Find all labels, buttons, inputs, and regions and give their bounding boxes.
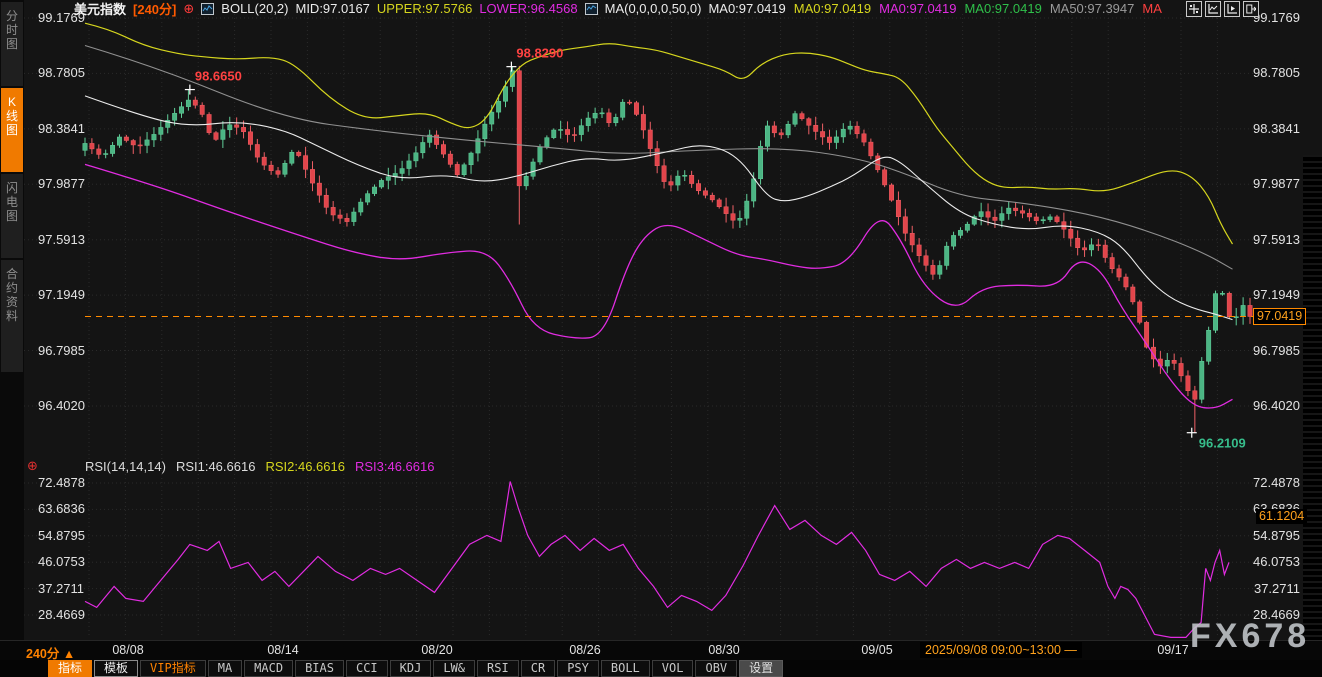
rsi-header: RSI(14,14,14) RSI1:46.6616 RSI2:46.6616 …: [85, 459, 434, 474]
toolbar-item-16[interactable]: 设置: [739, 660, 783, 677]
toolbar-item-15[interactable]: OBV: [695, 660, 737, 677]
x-axis-row: 240分 ▲ 2025/09/08 09:00~13:00 — 08/0808/…: [0, 640, 1322, 660]
chart-tool-icons: [1186, 1, 1259, 17]
ma-value-3: MA0:97.0419: [879, 1, 956, 16]
chart-area[interactable]: 98.6650 98.8290 96.2109: [24, 0, 1322, 640]
rsi3-value: RSI3:46.6616: [355, 459, 435, 474]
trading-app-window: 分时图K线图闪电图合约资料 98.6650 98.8290 96.2109 美元指数…: [0, 0, 1322, 677]
sidebar-tab-2[interactable]: K线图: [1, 88, 23, 172]
crosshair-icon[interactable]: [1186, 1, 1202, 17]
x-axis-date-label: 08/30: [696, 643, 752, 657]
sidebar-tab-1[interactable]: 分时图: [1, 2, 23, 86]
toolbar-item-13[interactable]: BOLL: [601, 660, 650, 677]
indicator-header: 美元指数 [240分] ⊕ BOLL(20,2) MID:97.0167 UPP…: [74, 1, 1162, 16]
candlestick-chart[interactable]: 98.6650 98.8290 96.2109: [24, 0, 1322, 640]
svg-text:98.6650: 98.6650: [195, 69, 242, 84]
x-axis-date-label: 09/05: [849, 643, 905, 657]
toolbar-item-3[interactable]: VIP指标: [140, 660, 206, 677]
rsi-current-badge: 61.1204: [1256, 509, 1307, 524]
last-price-badge: 97.0419: [1253, 308, 1306, 325]
boll-indicator-icon[interactable]: [201, 3, 214, 15]
toolbar-item-10[interactable]: RSI: [477, 660, 519, 677]
boll-label: BOLL(20,2): [221, 1, 288, 16]
toolbar-item-6[interactable]: BIAS: [295, 660, 344, 677]
ma-value-4: MA0:97.0419: [964, 1, 1041, 16]
y-axis-label: 96.4020: [1238, 398, 1300, 413]
toolbar-item-14[interactable]: VOL: [652, 660, 694, 677]
toolbar-item-9[interactable]: LW&: [433, 660, 475, 677]
toolbar-item-4[interactable]: MA: [208, 660, 242, 677]
y-axis-label: 97.9877: [1238, 176, 1300, 191]
rsi2-value: RSI2:46.6616: [265, 459, 345, 474]
toolbar-item-1[interactable]: 指标: [48, 660, 92, 677]
x-axis-date-label: 08/20: [409, 643, 465, 657]
ma-value-1: MA0:97.0419: [708, 1, 785, 16]
y-axis-label: 96.7985: [1238, 343, 1300, 358]
y-axis-label: 96.7985: [38, 343, 85, 358]
toolbar-item-12[interactable]: PSY: [557, 660, 599, 677]
y-axis-label: 46.0753: [1238, 554, 1300, 569]
sidebar-tab-4[interactable]: 合约资料: [1, 260, 23, 372]
y-axis-label: 96.4020: [38, 398, 85, 413]
rsi-expand-icon[interactable]: ⊕: [27, 458, 38, 474]
y-axis-label: 28.4669: [38, 607, 85, 622]
y-axis-label: 97.1949: [38, 287, 85, 302]
rsi1-value: RSI1:46.6616: [176, 459, 256, 474]
symbol-name: 美元指数: [74, 0, 126, 18]
x-axis-date-label: 08/14: [255, 643, 311, 657]
ma-label: MA(0,0,0,0,50,0): [605, 1, 702, 16]
sidebar-tab-3[interactable]: 闪电图: [1, 174, 23, 258]
y-axis-label: 72.4878: [1238, 475, 1300, 490]
y-axis-label: 72.4878: [38, 475, 85, 490]
y-axis-label: 98.3841: [1238, 121, 1300, 136]
toolbar-item-5[interactable]: MACD: [244, 660, 293, 677]
pan-export-icon[interactable]: [1243, 1, 1259, 17]
y-axis-label: 37.2711: [38, 581, 84, 596]
toolbar-item-8[interactable]: KDJ: [390, 660, 432, 677]
y-axis-label: 97.5913: [1238, 232, 1300, 247]
period-tag: [240分]: [133, 0, 176, 18]
y-axis-label: 98.3841: [38, 121, 85, 136]
selected-bar-range: 2025/09/08 09:00~13:00 —: [920, 642, 1082, 658]
svg-text:96.2109: 96.2109: [1199, 436, 1246, 451]
y-axis-label: 98.7805: [1238, 65, 1300, 80]
svg-text:98.8290: 98.8290: [516, 46, 563, 61]
y-axis-label: 97.5913: [38, 232, 85, 247]
y-axis-label: 97.9877: [38, 176, 85, 191]
boll-upper-value: UPPER:97.5766: [377, 1, 472, 16]
y-axis-label: 54.8795: [1238, 528, 1300, 543]
y-axis-label: 97.1949: [1238, 287, 1300, 302]
ma-value-5: MA50:97.3947: [1050, 1, 1135, 16]
x-axis-date-label: 08/26: [557, 643, 613, 657]
boll-mid-value: MID:97.0167: [295, 1, 369, 16]
toolbar-item-2[interactable]: 模板: [94, 660, 138, 677]
ma-indicator-icon[interactable]: [585, 3, 598, 15]
chart-type-sidebar: 分时图K线图闪电图合约资料: [0, 0, 24, 640]
toolbar-item-11[interactable]: CR: [521, 660, 555, 677]
right-scroll-strip: [1303, 155, 1322, 640]
y-axis-label: 37.2711: [1238, 581, 1300, 596]
rsi-title: RSI(14,14,14): [85, 459, 166, 474]
y-axis-label: 63.6836: [38, 501, 85, 516]
y-axis-label: 46.0753: [38, 554, 85, 569]
indicator-toolbar: 指标模板VIP指标MAMACDBIASCCIKDJLW&RSICRPSYBOLL…: [48, 660, 783, 677]
y-axis-label: 54.8795: [38, 528, 85, 543]
axis-scale-icon[interactable]: [1205, 1, 1221, 17]
playback-chart-icon[interactable]: [1224, 1, 1240, 17]
toolbar-item-7[interactable]: CCI: [346, 660, 388, 677]
x-axis-date-label: 08/08: [100, 643, 156, 657]
ma-values-group: MA0:97.0419 MA0:97.0419 MA0:97.0419 MA0:97.…: [708, 1, 1161, 16]
y-axis-label: 98.7805: [38, 65, 85, 80]
ma-value-2: MA0:97.0419: [794, 1, 871, 16]
boll-lower-value: LOWER:96.4568: [479, 1, 577, 16]
fx678-watermark: FX678: [1190, 617, 1310, 656]
ma-value-6: MA: [1142, 1, 1162, 16]
expand-circle-icon[interactable]: ⊕: [183, 1, 194, 17]
